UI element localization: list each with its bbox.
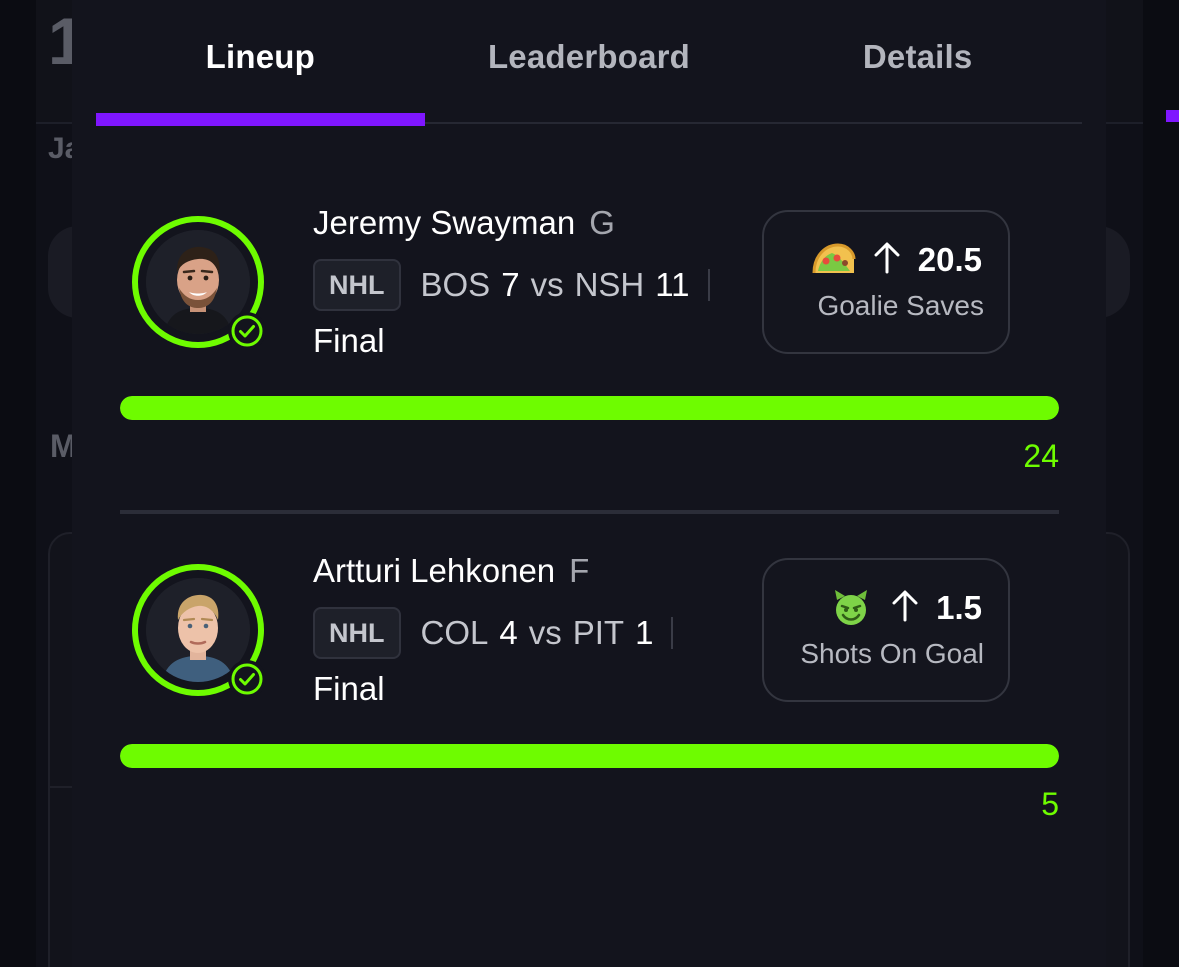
tab-lineup[interactable]: Lineup [96,0,425,126]
game-status: Final [313,322,385,359]
player-info: Artturi Lehkonen F NHL COL 4 vs PIT 1 Fi… [313,552,674,708]
player-name-row: Artturi Lehkonen F [313,552,673,592]
player-name: Artturi Lehkonen [313,552,556,589]
background-page-right [1046,0,1179,967]
lineup-sheet: Lineup Leaderboard Details Jeremy Swayma… [72,0,1106,967]
prop-line-value: 1.5 [936,589,982,626]
home-team: PIT [572,614,625,651]
progress-bar [120,396,1059,420]
check-circle-icon [228,660,266,698]
versus-label: vs [530,266,564,303]
progress-fill [120,744,1059,768]
prop-stat-label: Shots On Goal [800,638,984,669]
tab-details[interactable]: Details [753,0,1082,124]
away-score: 7 [501,266,520,303]
tab-label: Leaderboard [487,38,691,75]
separator [707,269,710,301]
league-badge: NHL [313,607,401,659]
prop-line-value: 20.5 [917,241,982,278]
home-score: 11 [655,266,690,303]
home-team: NSH [574,266,645,303]
prop-line-row: 1.5 [828,588,982,628]
prop-card[interactable]: 1.5 Shots On Goal [762,558,1010,702]
background-header [1106,0,1143,124]
player-name: Jeremy Swayman [313,204,576,241]
tab-leaderboard[interactable]: Leaderboard [425,0,754,124]
taco-icon [810,240,856,280]
tab-label: Lineup [205,38,316,75]
game-score: COL 4 vs PIT 1 [421,614,654,652]
smiling-devil-icon [828,588,874,628]
app-screen: 1 Ja M Lineup Leaderboard Details Jeremy… [0,0,1179,967]
game-status: Final [313,670,385,707]
background-edge [0,0,36,967]
league-badge: NHL [313,259,401,311]
background-page-left: 1 Ja M [0,0,128,967]
home-score: 1 [635,614,654,651]
tab-label: Details [862,38,973,75]
away-team: COL [420,614,489,651]
tab-bar: Lineup Leaderboard Details [96,0,1082,126]
separator [671,617,674,649]
actual-stat-value: 24 [1023,438,1059,474]
background-edge [1143,0,1179,967]
progress-bar [120,744,1059,768]
background-tab-underline [1166,110,1179,122]
away-team: BOS [420,266,491,303]
versus-label: vs [528,614,562,651]
arrow-up-icon [890,589,920,628]
matchup-row: NHL COL 4 vs PIT 1 [313,606,674,660]
player-info: Jeremy Swayman G NHL BOS 7 vs NSH 11 Fin… [313,204,710,360]
row-divider [120,510,1059,514]
player-position: F [569,552,590,589]
arrow-up-icon [872,241,902,280]
matchup-row: NHL BOS 7 vs NSH 11 [313,258,710,312]
active-tab-indicator [96,113,425,126]
check-circle-icon [228,312,266,350]
actual-stat-value: 5 [1041,786,1059,822]
player-position: G [589,204,615,241]
progress-fill [120,396,1059,420]
player-name-row: Jeremy Swayman G [313,204,710,244]
game-score: BOS 7 vs NSH 11 [421,266,690,304]
prop-card[interactable]: 20.5 Goalie Saves [762,210,1010,354]
prop-stat-label: Goalie Saves [817,290,984,321]
prop-line-row: 20.5 [810,240,982,280]
away-score: 4 [499,614,518,651]
